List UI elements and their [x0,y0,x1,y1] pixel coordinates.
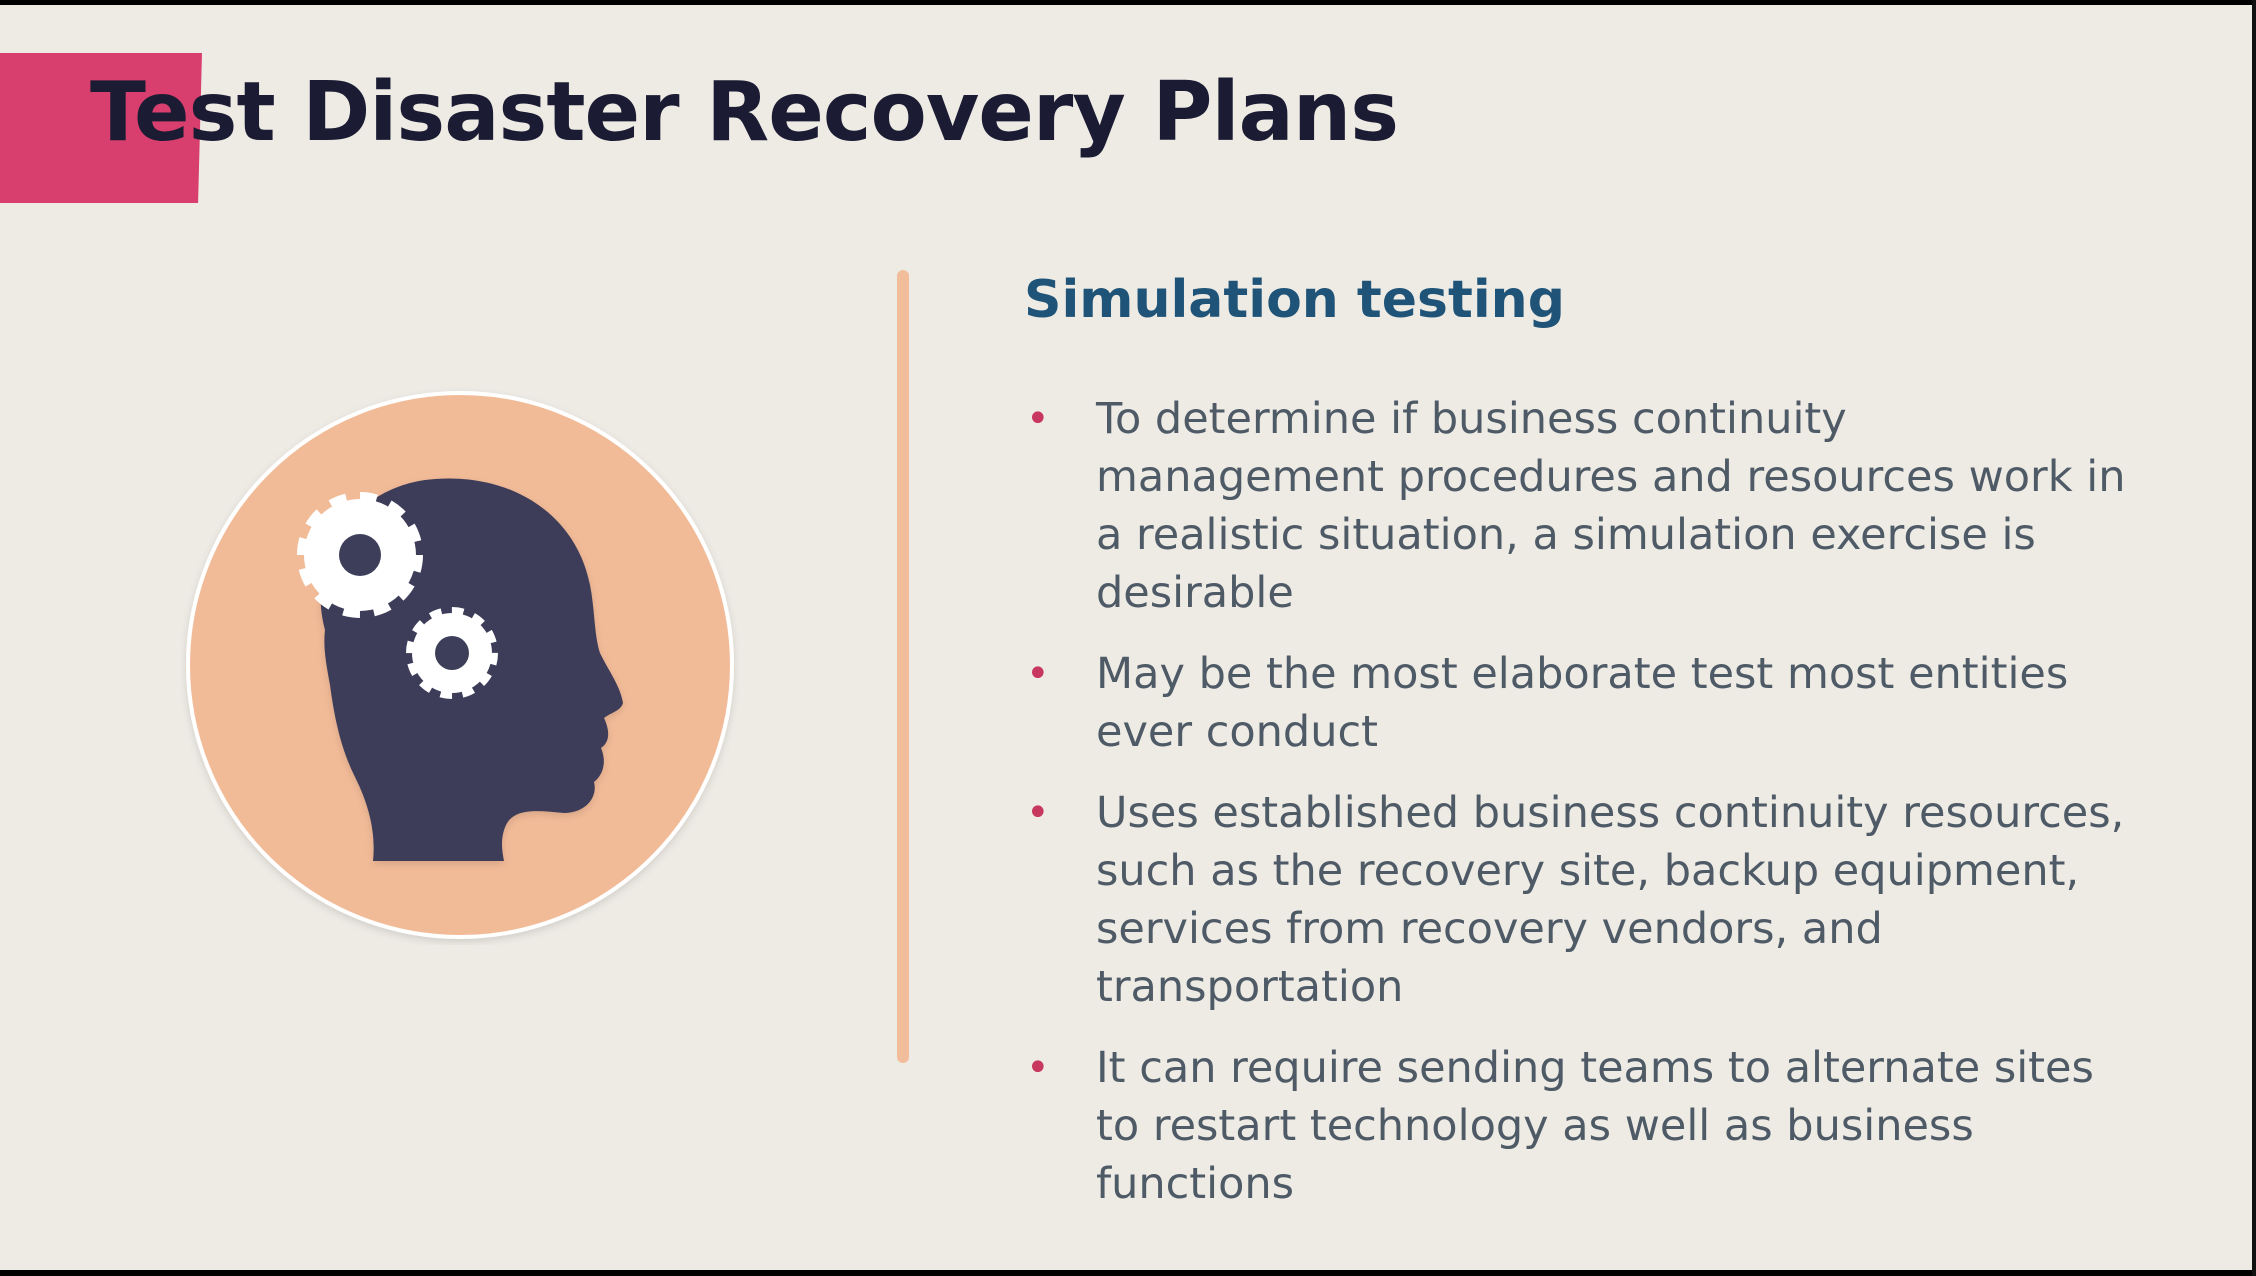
bullet-text: Uses established business continuity res… [1096,788,2125,1012]
bullet-marker: • [1026,396,1050,442]
bullet-text: It can require sending teams to alternat… [1096,1043,2094,1209]
bullet-item: • Uses established business continuity r… [1024,784,2144,1016]
gear-large-icon [297,492,423,618]
bullet-item: • To determine if business continuity ma… [1024,390,2144,622]
bullet-text: To determine if business continuity mana… [1096,394,2126,618]
section-heading: Simulation testing [1024,270,1565,330]
bullet-text: May be the most elaborate test most enti… [1096,649,2069,757]
slide-title: Test Disaster Recovery Plans [90,65,1399,160]
gear-small-icon [406,607,498,699]
bullet-list: • To determine if business continuity ma… [1024,390,2144,1236]
bullet-marker: • [1026,651,1050,697]
bullet-item: • It can require sending teams to altern… [1024,1039,2144,1213]
vertical-divider [897,270,909,1063]
slide: Test Disaster Recovery Plans Simulation … [0,5,2256,1270]
bullet-marker: • [1026,790,1050,836]
bullet-marker: • [1026,1045,1050,1091]
screen-edge [2252,0,2256,1276]
bullet-item: • May be the most elaborate test most en… [1024,645,2144,761]
head-with-gears-icon [186,391,734,939]
